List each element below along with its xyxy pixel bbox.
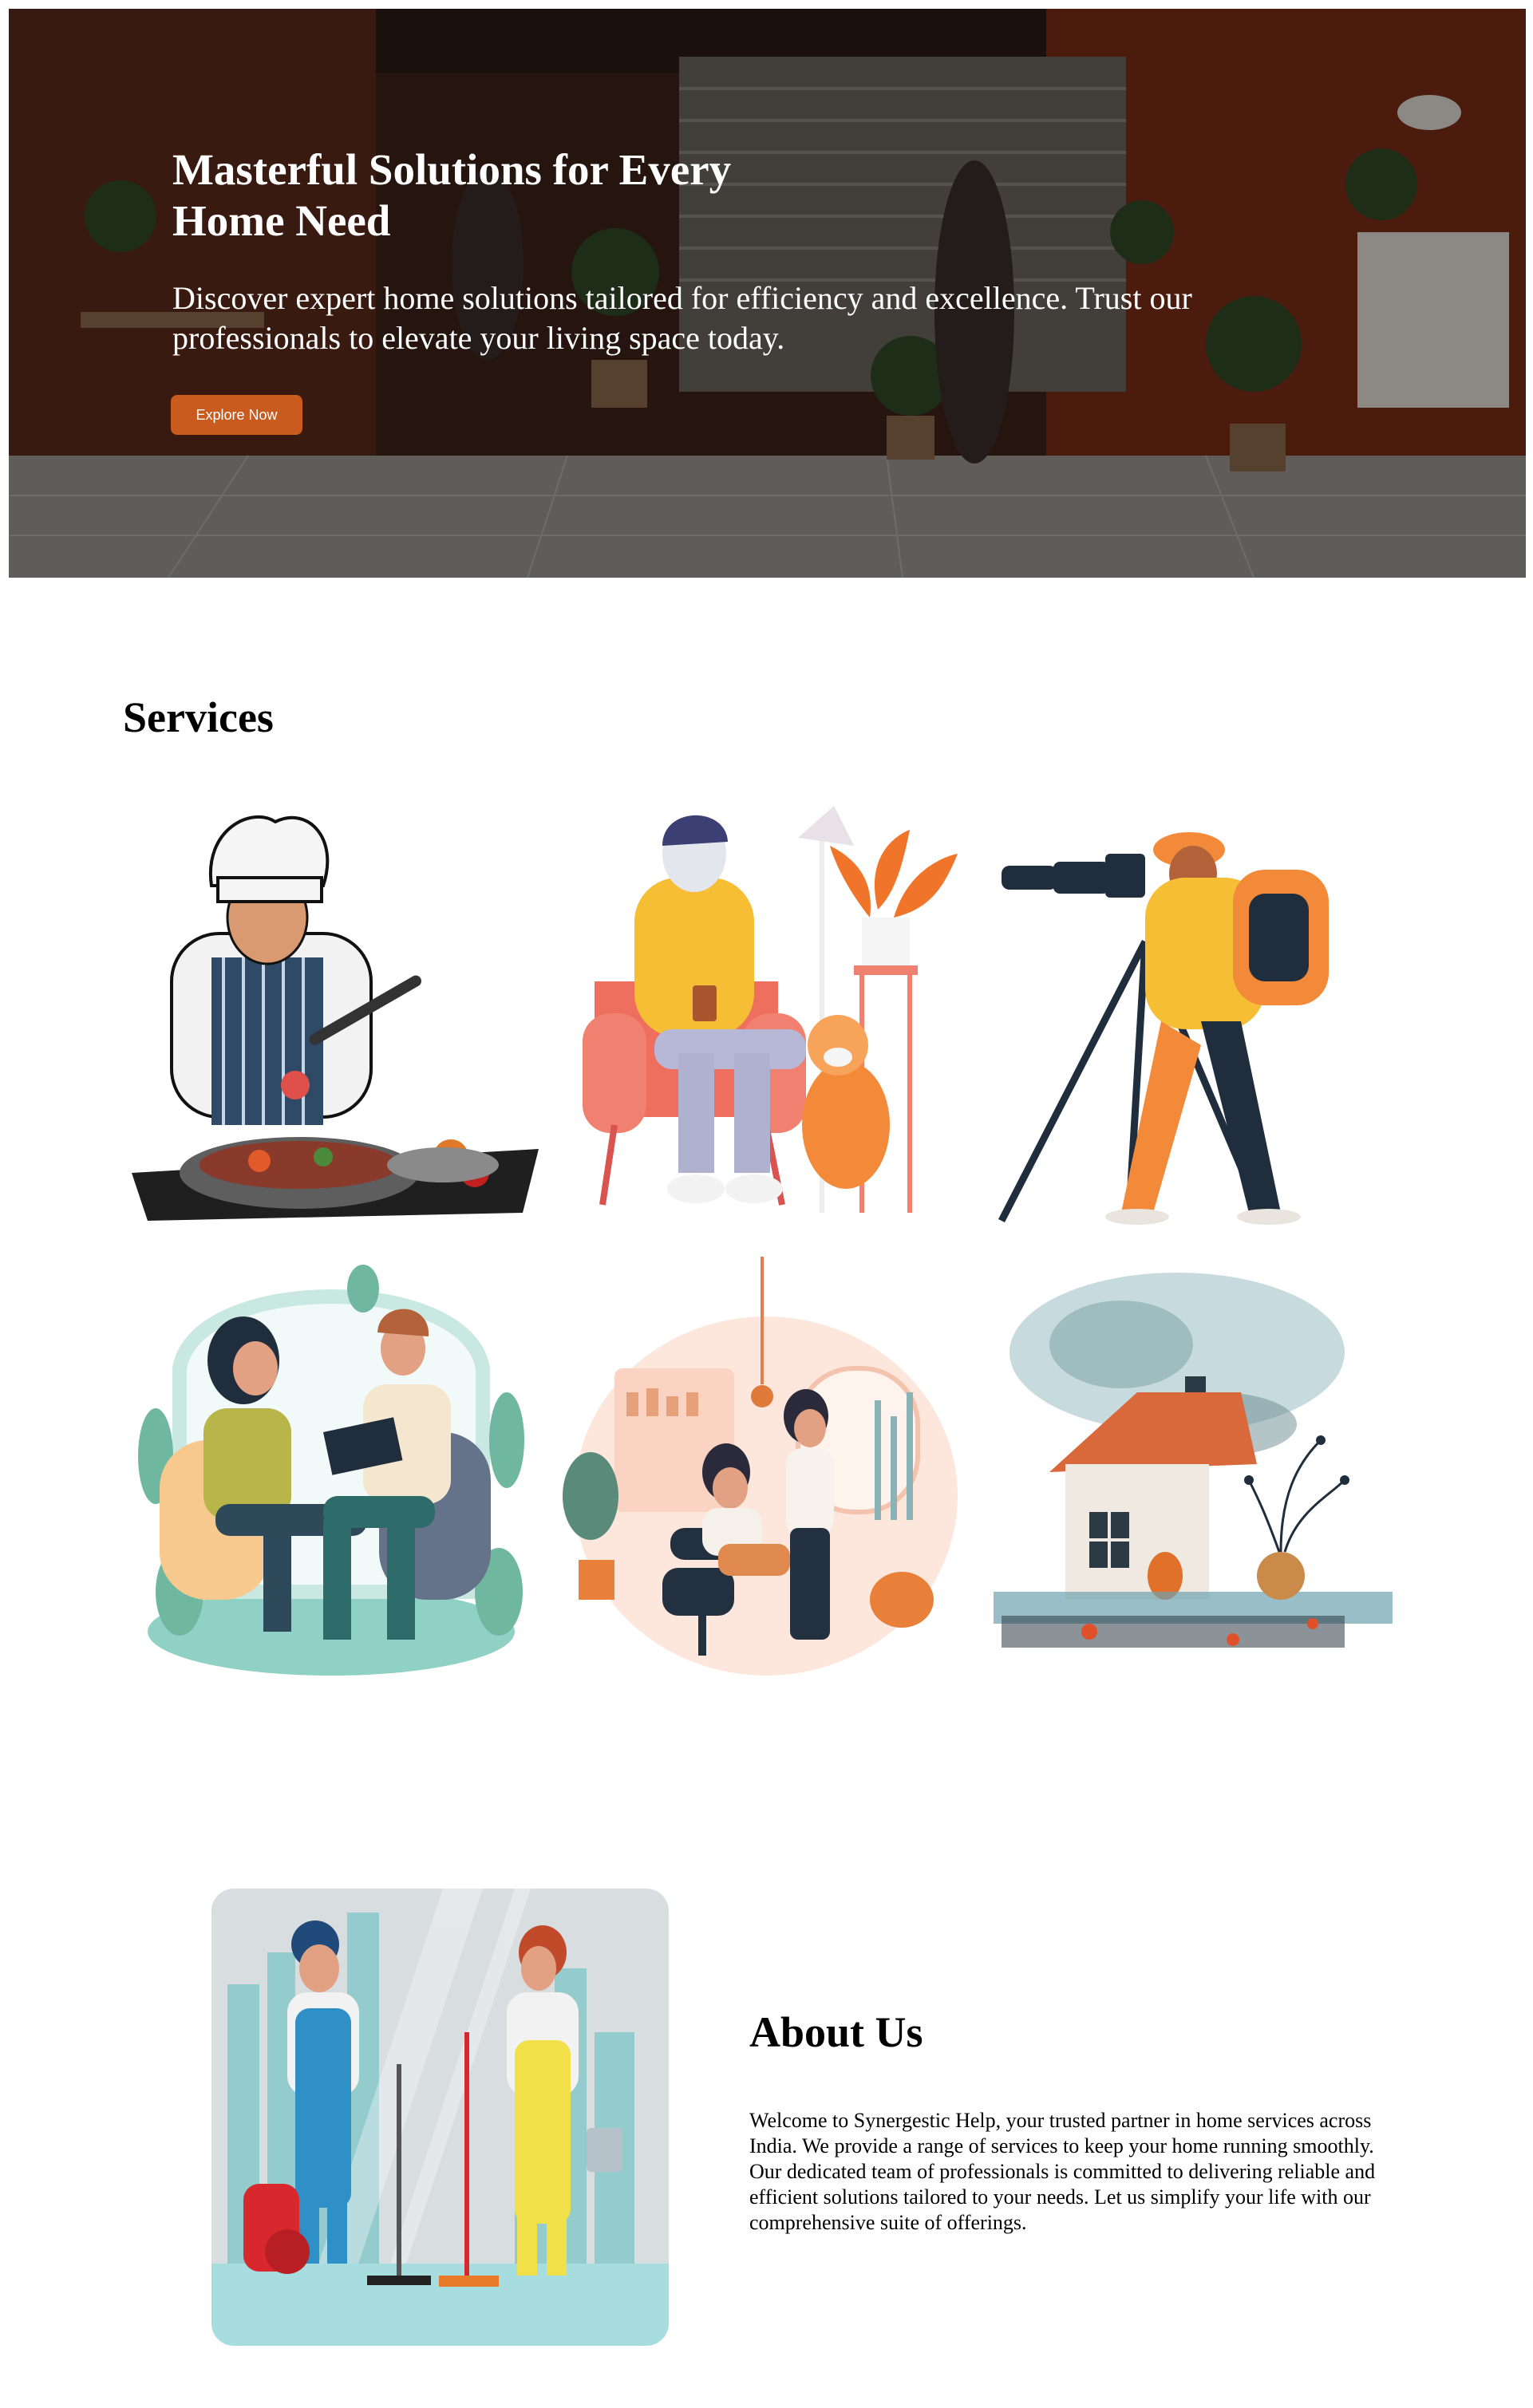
explore-now-button[interactable]: Explore Now	[171, 395, 302, 435]
hero-banner: Masterful Solutions for Every Home Need …	[9, 9, 1526, 578]
about-heading: About Us	[749, 2008, 923, 2056]
hero-title: Masterful Solutions for Every Home Need	[172, 145, 732, 245]
photographer-with-tripod-illustration[interactable]	[994, 798, 1409, 1229]
about-paragraph-1: Welcome to Synergestic Help, your truste…	[749, 2109, 1374, 2157]
about-paragraph-2: Our dedicated team of professionals is c…	[749, 2160, 1376, 2234]
cleaning-team-illustration	[211, 1889, 669, 2346]
counseling-session-illustration[interactable]	[124, 1257, 539, 1688]
chef-cooking-illustration[interactable]	[124, 798, 539, 1229]
man-with-dog-in-armchair-illustration[interactable]	[559, 798, 974, 1229]
hero-subtitle: Discover expert home solutions tailored …	[172, 280, 1192, 356]
watercolor-house-illustration[interactable]	[994, 1257, 1409, 1688]
services-heading: Services	[123, 693, 274, 741]
about-description: Welcome to Synergestic Help, your truste…	[749, 2108, 1412, 2236]
beauty-salon-illustration[interactable]	[559, 1257, 974, 1688]
